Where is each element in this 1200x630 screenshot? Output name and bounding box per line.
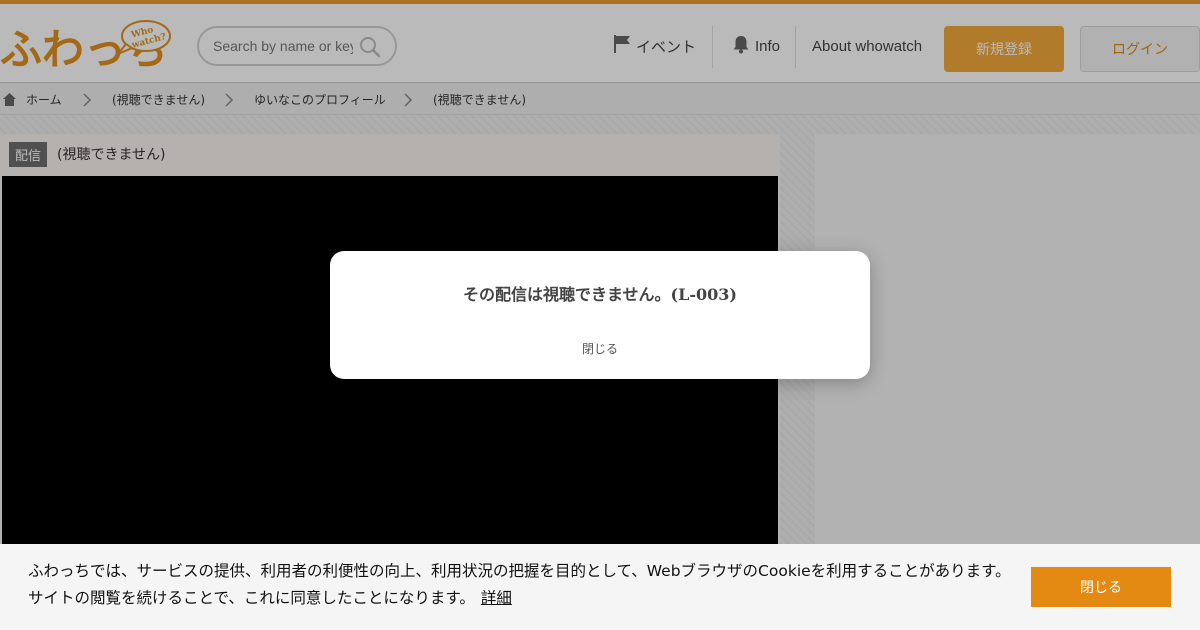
error-dialog: その配信は視聴できません。(L-003) 閉じる [330,251,870,379]
cookie-banner: ふわっちでは、サービスの提供、利用者の利便性の向上、利用状況の把握を目的として、… [0,544,1200,630]
cookie-details-link[interactable]: 詳細 [481,589,512,607]
error-message: その配信は視聴できません。(L-003) [463,285,737,304]
cookie-notice: ふわっちでは、サービスの提供、利用者の利便性の向上、利用状況の把握を目的として、… [28,558,1018,612]
dialog-close-button[interactable]: 閉じる [550,337,650,359]
cookie-close-button[interactable]: 閉じる [1031,567,1171,607]
cookie-notice-text: ふわっちでは、サービスの提供、利用者の利便性の向上、利用状況の把握を目的として、… [28,562,1011,607]
